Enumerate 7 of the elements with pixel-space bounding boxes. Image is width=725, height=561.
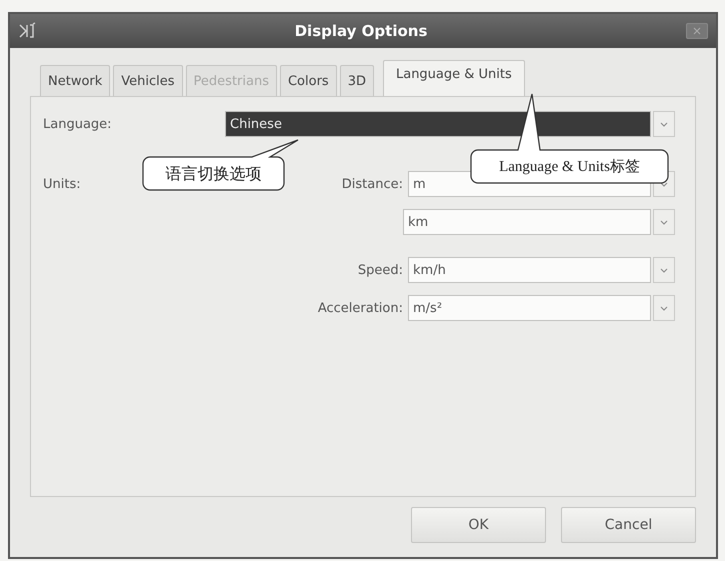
callout-text: 语言切换选项	[164, 164, 262, 185]
field-label: Speed:	[356, 262, 404, 278]
field-label: Units:	[43, 176, 82, 192]
field-label: Distance:	[340, 176, 404, 192]
field-label: Language:	[43, 116, 113, 132]
window-title: Display Options	[294, 22, 428, 40]
field-label: Acceleration:	[316, 300, 404, 316]
